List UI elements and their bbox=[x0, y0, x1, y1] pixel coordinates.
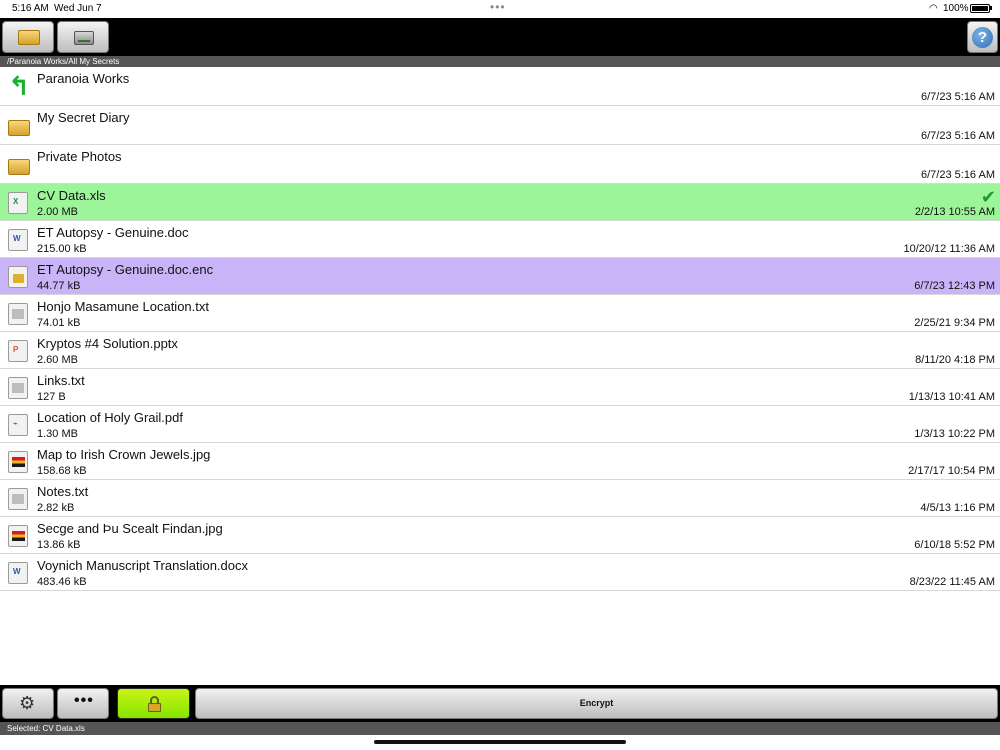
home-indicator[interactable] bbox=[374, 740, 626, 744]
encrypted-file-icon bbox=[8, 266, 28, 288]
status-date: Wed Jun 7 bbox=[54, 3, 102, 14]
item-date: 8/23/22 11:45 AM bbox=[909, 576, 995, 588]
item-name: Private Photos bbox=[37, 149, 122, 164]
file-row[interactable]: Links.txt 127 B 1/13/13 10:41 AM bbox=[0, 369, 1000, 406]
item-name: Links.txt bbox=[37, 373, 85, 388]
item-name: My Secret Diary bbox=[37, 110, 130, 125]
encrypt-label: Encrypt bbox=[579, 698, 614, 708]
item-date: 4/5/13 1:16 PM bbox=[920, 502, 995, 514]
item-size: 13.86 kB bbox=[37, 539, 81, 551]
help-icon: ? bbox=[972, 27, 993, 48]
item-name: Paranoia Works bbox=[37, 71, 130, 86]
file-row[interactable]: Map to Irish Crown Jewels.jpg 158.68 kB 2/… bbox=[0, 443, 1000, 480]
bottom-toolbar: ⚙ ••• Encrypt bbox=[0, 685, 1000, 722]
file-row[interactable]: ET Autopsy - Genuine.doc.enc 44.77 kB 6/7/… bbox=[0, 258, 1000, 295]
item-date: 6/7/23 12:43 PM bbox=[914, 280, 995, 292]
up-arrow-icon bbox=[8, 71, 30, 102]
item-date: 6/7/23 5:16 AM bbox=[921, 91, 995, 103]
item-size: 1.30 MB bbox=[37, 428, 78, 440]
pdf-file-icon: ⌁ bbox=[8, 414, 28, 436]
file-row[interactable]: Honjo Masamune Location.txt 74.01 kB 2/25/… bbox=[0, 295, 1000, 332]
file-row[interactable]: Secge and Þu Scealt Findan.jpg 13.86 kB 6/… bbox=[0, 517, 1000, 554]
item-date: 6/7/23 5:16 AM bbox=[921, 169, 995, 181]
text-file-icon bbox=[8, 303, 28, 325]
item-date: 8/11/20 4:18 PM bbox=[915, 354, 995, 366]
encrypt-button[interactable]: Encrypt bbox=[195, 688, 998, 719]
file-list: Paranoia Works6/7/23 5:16 AMMy Secret Di… bbox=[0, 67, 1000, 591]
status-bar: 5:16 AM Wed Jun 7 ••• ◠ 100% bbox=[0, 0, 1000, 18]
multitasking-dots-icon[interactable]: ••• bbox=[490, 0, 506, 14]
folder-row[interactable]: My Secret Diary 6/7/23 5:16 AM bbox=[0, 106, 1000, 145]
status-time: 5:16 AM bbox=[12, 3, 49, 14]
item-date: 1/3/13 10:22 PM bbox=[914, 428, 995, 440]
drive-icon bbox=[74, 31, 94, 45]
file-row[interactable]: Notes.txt 2.82 kB 4/5/13 1:16 PM bbox=[0, 480, 1000, 517]
item-name: ET Autopsy - Genuine.doc bbox=[37, 225, 189, 240]
item-size: 2.60 MB bbox=[37, 354, 78, 366]
item-name: Kryptos #4 Solution.pptx bbox=[37, 336, 178, 351]
item-name: Honjo Masamune Location.txt bbox=[37, 299, 209, 314]
help-button[interactable]: ? bbox=[967, 21, 998, 53]
item-name: Secge and Þu Scealt Findan.jpg bbox=[37, 521, 223, 536]
text-file-icon bbox=[8, 377, 28, 399]
more-icon: ••• bbox=[74, 692, 94, 709]
folder-row[interactable]: Paranoia Works 6/7/23 5:16 AM bbox=[0, 67, 1000, 106]
lock-button[interactable] bbox=[117, 688, 190, 719]
folder-button[interactable] bbox=[2, 21, 54, 53]
item-name: Location of Holy Grail.pdf bbox=[37, 410, 183, 425]
word-file-icon: W bbox=[8, 229, 28, 251]
folder-row[interactable]: Private Photos 6/7/23 5:16 AM bbox=[0, 145, 1000, 184]
item-date: 10/20/12 11:36 AM bbox=[903, 243, 995, 255]
item-size: 158.68 kB bbox=[37, 465, 87, 477]
battery-percent: 100% bbox=[943, 3, 969, 14]
selection-status: Selected: CV Data.xls bbox=[0, 722, 1000, 735]
file-row[interactable]: P Kryptos #4 Solution.pptx 2.60 MB 8/11/20 … bbox=[0, 332, 1000, 369]
battery-icon bbox=[970, 4, 990, 13]
checkmark-icon: ✔ bbox=[980, 187, 996, 207]
gear-icon: ⚙ bbox=[19, 693, 36, 713]
item-size: 215.00 kB bbox=[37, 243, 87, 255]
item-date: 6/7/23 5:16 AM bbox=[921, 130, 995, 142]
top-toolbar: ? bbox=[0, 18, 1000, 56]
file-row[interactable]: X CV Data.xls 2.00 MB 2/2/13 10:55 AM ✔ bbox=[0, 184, 1000, 221]
item-name: Voynich Manuscript Translation.docx bbox=[37, 558, 248, 573]
wifi-icon: ◠ bbox=[929, 3, 938, 14]
file-row[interactable]: ⌁ Location of Holy Grail.pdf 1.30 MB 1/3/13… bbox=[0, 406, 1000, 443]
item-date: 2/17/17 10:54 PM bbox=[908, 465, 995, 477]
item-size: 483.46 kB bbox=[37, 576, 87, 588]
item-name: ET Autopsy - Genuine.doc.enc bbox=[37, 262, 214, 277]
folder-icon bbox=[8, 159, 30, 175]
item-date: 6/10/18 5:52 PM bbox=[914, 539, 995, 551]
item-name: CV Data.xls bbox=[37, 188, 106, 203]
text-file-icon bbox=[8, 488, 28, 510]
item-size: 44.77 kB bbox=[37, 280, 81, 292]
item-size: 2.00 MB bbox=[37, 206, 78, 218]
item-size: 2.82 kB bbox=[37, 502, 75, 514]
folder-icon bbox=[8, 120, 30, 136]
settings-button[interactable]: ⚙ bbox=[2, 688, 54, 719]
lock-icon bbox=[148, 696, 161, 712]
drive-button[interactable] bbox=[57, 21, 109, 53]
item-size: 127 B bbox=[37, 391, 66, 403]
item-date: 2/25/21 9:34 PM bbox=[914, 317, 995, 329]
item-name: Map to Irish Crown Jewels.jpg bbox=[37, 447, 211, 462]
file-row[interactable]: W Voynich Manuscript Translation.docx 483.… bbox=[0, 554, 1000, 591]
item-name: Notes.txt bbox=[37, 484, 89, 499]
word-file-icon: W bbox=[8, 562, 28, 584]
item-size: 74.01 kB bbox=[37, 317, 81, 329]
excel-file-icon: X bbox=[8, 192, 28, 214]
folder-icon bbox=[18, 30, 40, 45]
image-file-icon bbox=[8, 525, 28, 547]
image-file-icon bbox=[8, 451, 28, 473]
breadcrumb: /Paranoia Works/All My Secrets bbox=[0, 56, 1000, 67]
powerpoint-file-icon: P bbox=[8, 340, 28, 362]
file-row[interactable]: W ET Autopsy - Genuine.doc 215.00 kB 10/20/… bbox=[0, 221, 1000, 258]
more-button[interactable]: ••• bbox=[57, 688, 109, 719]
item-date: 1/13/13 10:41 AM bbox=[908, 391, 995, 403]
